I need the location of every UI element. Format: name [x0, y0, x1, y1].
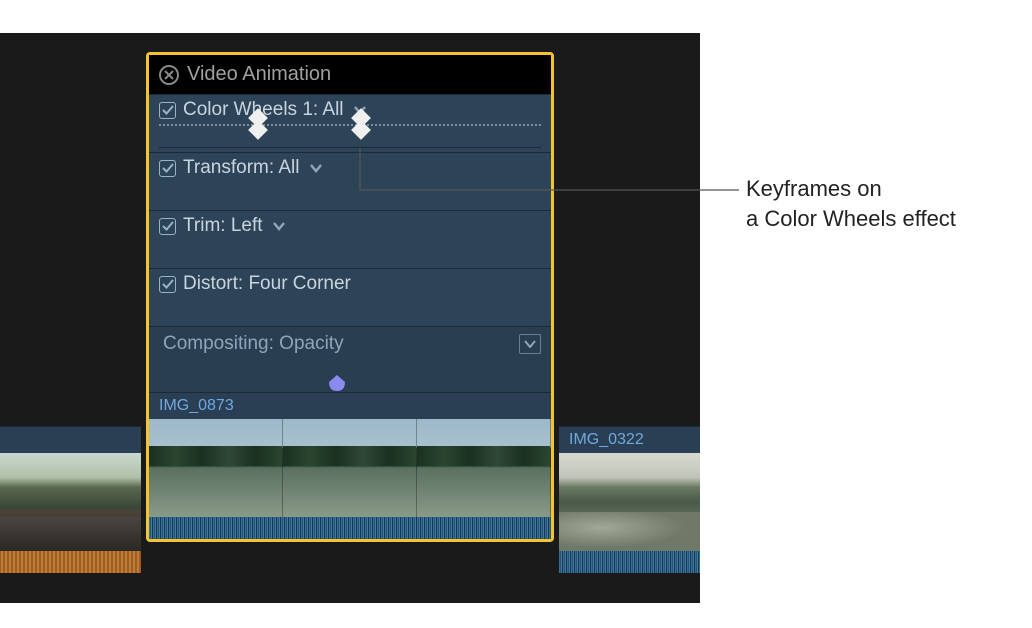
clip-name-left — [0, 426, 141, 453]
close-icon[interactable] — [159, 65, 179, 85]
clip-thumbnails-left — [0, 453, 141, 551]
expand-collapse-icon[interactable] — [519, 334, 541, 354]
audio-waveform-right[interactable] — [559, 551, 700, 573]
annotation-line-2: a Color Wheels effect — [746, 204, 956, 234]
compositing-label: Compositing: Opacity — [159, 333, 344, 355]
effect-row-trim[interactable]: Trim: Left — [149, 210, 551, 268]
annotation-text: Keyframes on a Color Wheels effect — [746, 174, 956, 233]
effect-row-distort[interactable]: Distort: Four Corner — [149, 268, 551, 326]
panel-title: Video Animation — [187, 63, 331, 86]
effect-label: Trim: Left — [183, 215, 263, 237]
chevron-down-icon[interactable] — [309, 163, 323, 173]
callout-line — [357, 145, 742, 193]
effect-checkbox[interactable] — [159, 160, 176, 177]
chevron-down-icon[interactable] — [272, 221, 286, 231]
effect-checkbox[interactable] — [159, 218, 176, 235]
timeline-clip-left[interactable] — [0, 426, 141, 574]
keyframe-marker[interactable] — [251, 114, 265, 138]
effect-label: Transform: All — [183, 157, 300, 179]
audio-waveform-left[interactable] — [0, 551, 141, 573]
clip-thumbnails — [149, 419, 551, 517]
clip-thumbnails-right — [559, 453, 700, 551]
compositing-row[interactable]: Compositing: Opacity — [149, 326, 551, 392]
effect-checkbox[interactable] — [159, 276, 176, 293]
effect-label: Distort: Four Corner — [183, 273, 351, 295]
audio-waveform[interactable] — [149, 517, 551, 539]
effect-checkbox[interactable] — [159, 102, 176, 119]
clip-name: IMG_0873 — [149, 392, 551, 419]
video-animation-panel: Video Animation Color Wheels 1: All — [146, 52, 554, 542]
opacity-fade-handle[interactable] — [327, 373, 347, 393]
clip-name-right: IMG_0322 — [559, 426, 700, 453]
panel-header: Video Animation — [149, 55, 551, 94]
timeline-clip-right[interactable]: IMG_0322 — [559, 426, 700, 574]
keyframe-marker[interactable] — [354, 114, 368, 138]
effect-row-color-wheels[interactable]: Color Wheels 1: All — [149, 94, 551, 152]
annotation-line-1: Keyframes on — [746, 174, 956, 204]
